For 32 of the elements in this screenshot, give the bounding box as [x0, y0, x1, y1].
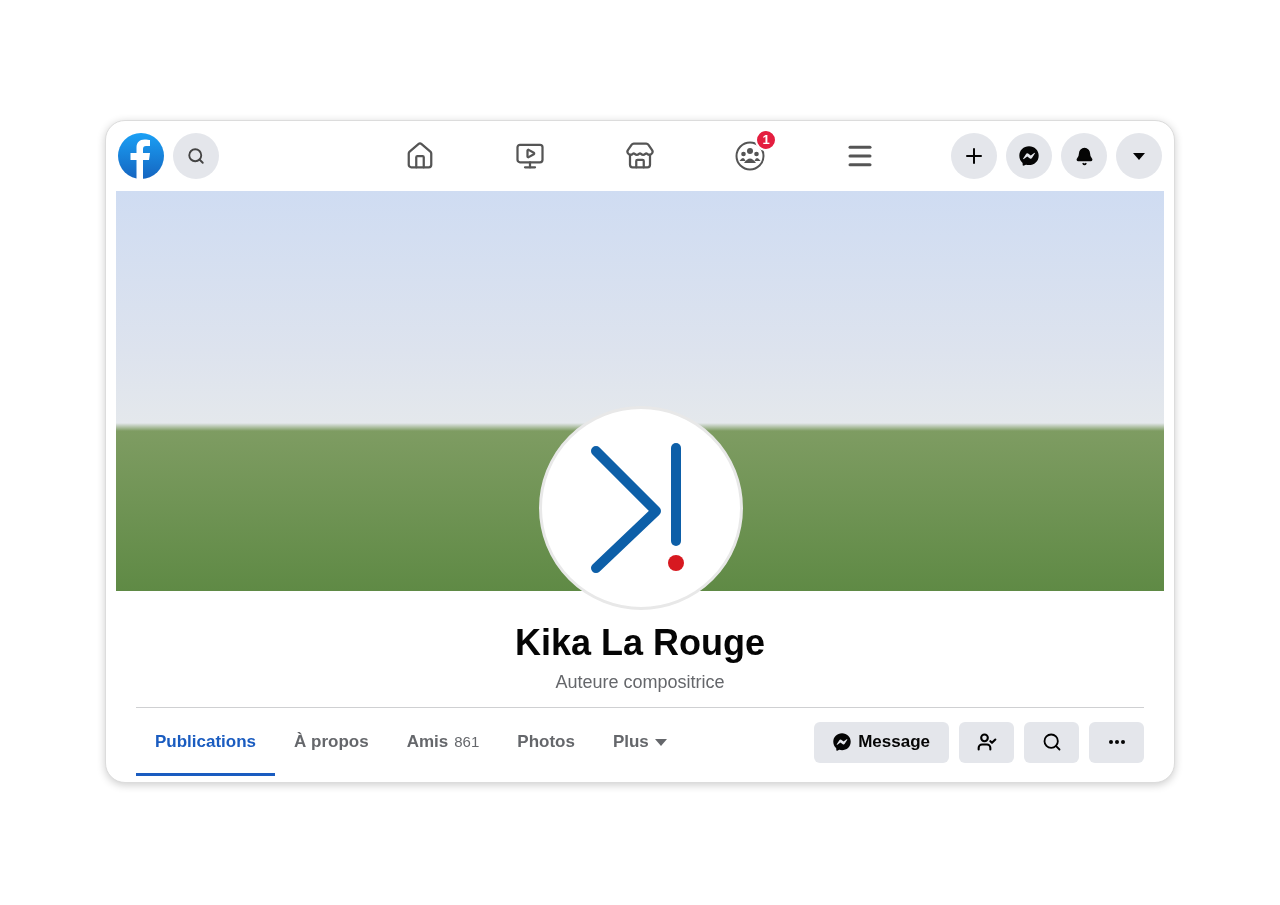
profile-tab[interactable]: Publications: [136, 708, 276, 776]
search-icon: [187, 147, 205, 165]
more-button[interactable]: [1089, 721, 1144, 763]
home-icon[interactable]: [405, 141, 435, 171]
friend-count: 861: [454, 731, 480, 752]
store-icon[interactable]: [625, 141, 655, 171]
notifications-button[interactable]: [1061, 133, 1107, 179]
account-button[interactable]: [1116, 133, 1162, 179]
profile-tab[interactable]: Amis 861: [387, 708, 499, 776]
messenger-icon: [1019, 146, 1039, 166]
messenger-button[interactable]: [1006, 133, 1052, 179]
logo-icon[interactable]: [118, 133, 164, 179]
profile-name: Kika La Rouge: [514, 623, 766, 663]
profile-tab[interactable]: Plus: [593, 708, 686, 776]
caret-icon: [654, 738, 667, 746]
friends-button[interactable]: [959, 721, 1014, 763]
user-check-icon: [976, 732, 997, 752]
profile-tab[interactable]: Photos: [498, 708, 594, 776]
caret-icon: [1132, 151, 1146, 161]
create-button[interactable]: [951, 133, 997, 179]
profile-subtitle: Auteure compositrice: [555, 671, 725, 693]
more-icon: [1108, 740, 1125, 744]
search-button[interactable]: [173, 133, 219, 179]
groups-icon[interactable]: [735, 141, 765, 171]
notification-badge: 1: [755, 129, 777, 151]
messenger-icon: [833, 733, 852, 751]
search-icon: [1041, 732, 1062, 752]
bell-icon: [1074, 146, 1094, 166]
profile-tab[interactable]: À propos: [275, 708, 388, 776]
video-icon[interactable]: [515, 141, 545, 171]
message-button[interactable]: Message: [814, 721, 949, 763]
search-button[interactable]: [1024, 721, 1079, 763]
